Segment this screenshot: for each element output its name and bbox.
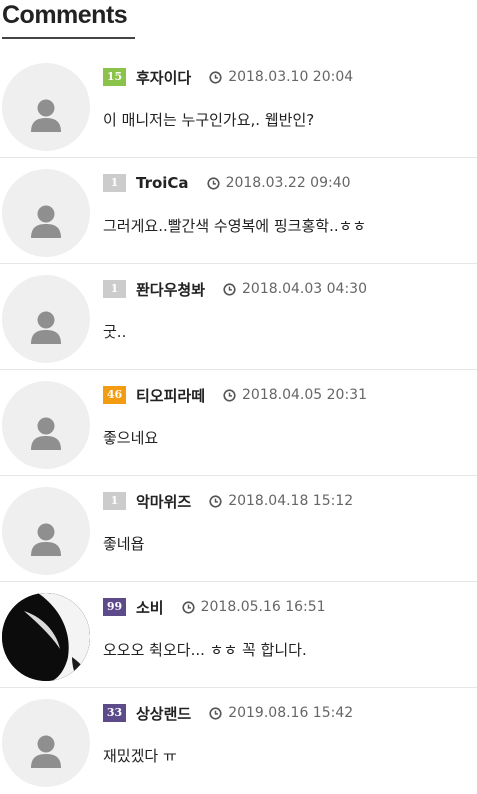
author-name[interactable]: TroiCa (136, 174, 189, 192)
comment-text: 굿.. (103, 323, 127, 341)
comment-meta: 33 상상랜드 2019.08.16 15:42 (103, 703, 353, 723)
comment-date: 2018.03.10 20:04 (228, 69, 354, 85)
avatar[interactable] (2, 487, 90, 575)
section-title: Comments (2, 1, 128, 29)
comment-date: 2018.05.16 16:51 (200, 599, 326, 615)
level-badge: 1 (103, 280, 126, 298)
avatar[interactable] (2, 699, 90, 787)
comment-item: 1 TroiCa 2018.03.22 09:40 그러게요..빨간색 수영복에… (0, 158, 477, 264)
comment-item: 15 후자이다 2018.03.10 20:04 이 매니저는 누구인가요,. … (0, 52, 477, 158)
level-badge: 99 (103, 598, 126, 616)
profile-photo (2, 593, 90, 681)
title-underline (2, 37, 135, 39)
user-icon (31, 311, 61, 344)
user-icon (31, 523, 61, 556)
comment-date: 2018.04.03 04:30 (242, 281, 367, 297)
clock-icon (223, 282, 236, 296)
comments-header: Comments (0, 0, 477, 46)
user-icon (31, 205, 61, 238)
author-name[interactable]: 후자이다 (136, 67, 191, 88)
comment-date: 2019.08.16 15:42 (228, 705, 354, 721)
clock-icon (223, 388, 236, 402)
comment-text: 재밌겠다 ㅠ (103, 747, 177, 765)
level-badge: 1 (103, 174, 126, 192)
comment-date: 2018.04.18 15:12 (228, 493, 354, 509)
comment-item: 99 소비 2018.05.16 16:51 오오오 췩오다... ㅎㅎ 꼭 합… (0, 582, 477, 688)
comment-list: 15 후자이다 2018.03.10 20:04 이 매니저는 누구인가요,. … (0, 52, 477, 794)
comment-meta: 46 티오피라떼 2018.04.05 20:31 (103, 385, 367, 405)
avatar[interactable] (2, 63, 90, 151)
author-name[interactable]: 티오피라떼 (136, 385, 205, 406)
author-name[interactable]: 소비 (136, 597, 164, 618)
comment-meta: 1 퐌다우쳥봐 2018.04.03 04:30 (103, 279, 367, 299)
avatar[interactable] (2, 593, 90, 681)
avatar[interactable] (2, 275, 90, 363)
comment-date: 2018.04.05 20:31 (242, 387, 367, 403)
user-icon (31, 99, 61, 132)
user-icon (31, 735, 61, 768)
clock-icon-graphic (182, 600, 195, 614)
clock-icon-graphic (209, 70, 222, 84)
comment-text: 오오오 췩오다... ㅎㅎ 꼭 합니다. (103, 641, 307, 659)
level-badge: 15 (103, 68, 126, 86)
comment-text: 그러게요..빨간색 수영복에 핑크홍학..ㅎㅎ (103, 217, 367, 235)
comment-meta: 1 TroiCa 2018.03.22 09:40 (103, 173, 351, 193)
comment-text: 좋으네요 (103, 429, 159, 447)
avatar[interactable] (2, 381, 90, 469)
comment-meta: 1 악마위즈 2018.04.18 15:12 (103, 491, 353, 511)
author-name[interactable]: 퐌다우쳥봐 (136, 279, 205, 300)
clock-icon (209, 494, 222, 508)
comment-item: 1 퐌다우쳥봐 2018.04.03 04:30 굿.. (0, 264, 477, 370)
comment-text: 좋네욥 (103, 535, 145, 553)
comment-date: 2018.03.22 09:40 (225, 175, 351, 191)
comment-text: 이 매니저는 누구인가요,. 웹반인? (103, 111, 315, 129)
level-badge: 33 (103, 704, 126, 722)
avatar[interactable] (2, 169, 90, 257)
user-icon (31, 417, 61, 450)
comment-meta: 99 소비 2018.05.16 16:51 (103, 597, 326, 617)
comment-item: 1 악마위즈 2018.04.18 15:12 좋네욥 (0, 476, 477, 582)
clock-icon (206, 176, 220, 190)
comment-item: 46 티오피라떼 2018.04.05 20:31 좋으네요 (0, 370, 477, 476)
comment-meta: 15 후자이다 2018.03.10 20:04 (103, 67, 353, 87)
clock-icon (182, 600, 195, 614)
author-name[interactable]: 상상랜드 (136, 703, 191, 724)
author-name[interactable]: 악마위즈 (136, 491, 191, 512)
clock-icon (209, 70, 222, 84)
clock-icon-graphic (206, 176, 220, 190)
clock-icon-graphic (209, 494, 222, 508)
level-badge: 1 (103, 492, 126, 510)
clock-icon-graphic (209, 706, 222, 720)
clock-icon-graphic (223, 388, 236, 402)
clock-icon-graphic (223, 282, 236, 296)
clock-icon (209, 706, 222, 720)
level-badge: 46 (103, 386, 126, 404)
comment-item: 33 상상랜드 2019.08.16 15:42 재밌겠다 ㅠ (0, 688, 477, 794)
